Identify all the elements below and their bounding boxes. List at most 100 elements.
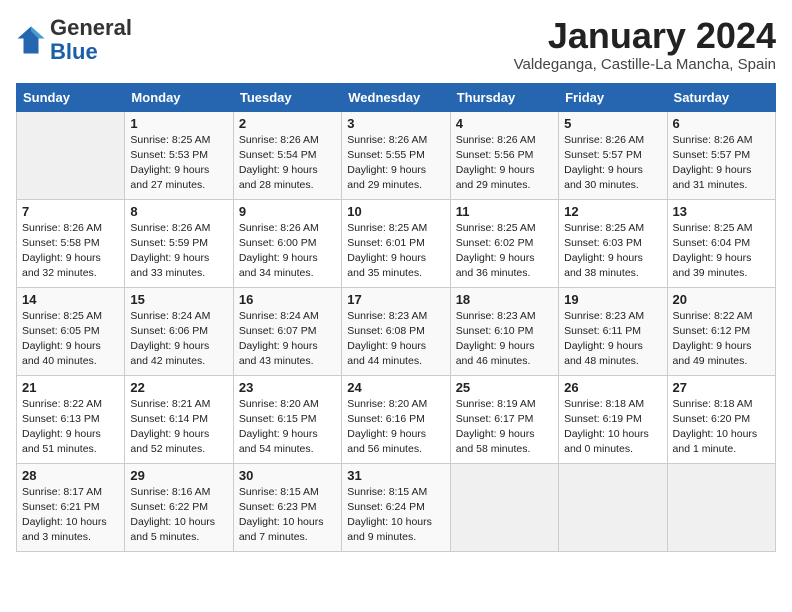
logo: General Blue xyxy=(16,16,132,64)
calendar-cell xyxy=(667,463,775,551)
day-number: 24 xyxy=(347,380,444,395)
day-number: 23 xyxy=(239,380,336,395)
day-header-tuesday: Tuesday xyxy=(233,83,341,111)
day-number: 14 xyxy=(22,292,119,307)
day-number: 29 xyxy=(130,468,227,483)
calendar-subtitle: Valdeganga, Castille-La Mancha, Spain xyxy=(514,56,776,73)
day-info: Sunrise: 8:16 AM Sunset: 6:22 PM Dayligh… xyxy=(130,485,227,546)
calendar-cell: 9 Sunrise: 8:26 AM Sunset: 6:00 PM Daylig… xyxy=(233,199,341,287)
calendar-cell: 1 Sunrise: 8:25 AM Sunset: 5:53 PM Daylig… xyxy=(125,111,233,199)
day-header-monday: Monday xyxy=(125,83,233,111)
day-number: 26 xyxy=(564,380,661,395)
calendar-cell: 20 Sunrise: 8:22 AM Sunset: 6:12 PM Dayli… xyxy=(667,287,775,375)
day-number: 11 xyxy=(456,204,553,219)
day-number: 15 xyxy=(130,292,227,307)
calendar-cell: 13 Sunrise: 8:25 AM Sunset: 6:04 PM Dayli… xyxy=(667,199,775,287)
day-number: 5 xyxy=(564,116,661,131)
day-number: 9 xyxy=(239,204,336,219)
calendar-cell: 16 Sunrise: 8:24 AM Sunset: 6:07 PM Dayli… xyxy=(233,287,341,375)
day-number: 17 xyxy=(347,292,444,307)
day-number: 25 xyxy=(456,380,553,395)
calendar-cell: 11 Sunrise: 8:25 AM Sunset: 6:02 PM Dayli… xyxy=(450,199,558,287)
calendar-cell: 2Sunrise: 8:26 AM Sunset: 5:54 PM Daylig… xyxy=(233,111,341,199)
day-info: Sunrise: 8:15 AM Sunset: 6:23 PM Dayligh… xyxy=(239,485,336,546)
day-header-saturday: Saturday xyxy=(667,83,775,111)
day-number: 22 xyxy=(130,380,227,395)
day-info: Sunrise: 8:22 AM Sunset: 6:13 PM Dayligh… xyxy=(22,397,119,458)
day-info: Sunrise: 8:18 AM Sunset: 6:19 PM Dayligh… xyxy=(564,397,661,458)
day-info: Sunrise: 8:20 AM Sunset: 6:16 PM Dayligh… xyxy=(347,397,444,458)
calendar-cell: 8 Sunrise: 8:26 AM Sunset: 5:59 PM Daylig… xyxy=(125,199,233,287)
day-info: Sunrise: 8:24 AM Sunset: 6:06 PM Dayligh… xyxy=(130,309,227,370)
day-number: 8 xyxy=(130,204,227,219)
calendar-cell: 4 Sunrise: 8:26 AM Sunset: 5:56 PM Daylig… xyxy=(450,111,558,199)
day-header-sunday: Sunday xyxy=(17,83,125,111)
calendar-cell: 15 Sunrise: 8:24 AM Sunset: 6:06 PM Dayli… xyxy=(125,287,233,375)
day-info: Sunrise: 8:25 AM Sunset: 6:03 PM Dayligh… xyxy=(564,221,661,282)
calendar-cell: 27 Sunrise: 8:18 AM Sunset: 6:20 PM Dayli… xyxy=(667,375,775,463)
calendar-title: January 2024 xyxy=(514,16,776,56)
day-info: Sunrise: 8:23 AM Sunset: 6:11 PM Dayligh… xyxy=(564,309,661,370)
day-number: 16 xyxy=(239,292,336,307)
day-number: 27 xyxy=(673,380,770,395)
calendar-cell: 14 Sunrise: 8:25 AM Sunset: 6:05 PM Dayli… xyxy=(17,287,125,375)
calendar-cell: 25 Sunrise: 8:19 AM Sunset: 6:17 PM Dayli… xyxy=(450,375,558,463)
day-header-thursday: Thursday xyxy=(450,83,558,111)
day-number: 19 xyxy=(564,292,661,307)
day-info: Sunrise: 8:25 AM Sunset: 6:04 PM Dayligh… xyxy=(673,221,770,282)
calendar-cell: 30Sunrise: 8:15 AM Sunset: 6:23 PM Dayli… xyxy=(233,463,341,551)
day-info: Sunrise: 8:25 AM Sunset: 6:01 PM Dayligh… xyxy=(347,221,444,282)
day-info: Sunrise: 8:25 AM Sunset: 6:05 PM Dayligh… xyxy=(22,309,119,370)
calendar-cell: 17 Sunrise: 8:23 AM Sunset: 6:08 PM Dayli… xyxy=(342,287,450,375)
calendar-cell: 26 Sunrise: 8:18 AM Sunset: 6:19 PM Dayli… xyxy=(559,375,667,463)
calendar-cell: 21 Sunrise: 8:22 AM Sunset: 6:13 PM Dayli… xyxy=(17,375,125,463)
day-info: Sunrise: 8:18 AM Sunset: 6:20 PM Dayligh… xyxy=(673,397,770,458)
day-number: 3 xyxy=(347,116,444,131)
calendar-cell: 3Sunrise: 8:26 AM Sunset: 5:55 PM Daylig… xyxy=(342,111,450,199)
day-number: 13 xyxy=(673,204,770,219)
day-info: Sunrise: 8:26 AM Sunset: 5:56 PM Dayligh… xyxy=(456,133,553,194)
day-info: Sunrise: 8:19 AM Sunset: 6:17 PM Dayligh… xyxy=(456,397,553,458)
logo-text: General Blue xyxy=(50,16,132,64)
day-number: 1 xyxy=(130,116,227,131)
day-number: 20 xyxy=(673,292,770,307)
calendar-cell: 24 Sunrise: 8:20 AM Sunset: 6:16 PM Dayli… xyxy=(342,375,450,463)
day-info: Sunrise: 8:17 AM Sunset: 6:21 PM Dayligh… xyxy=(22,485,119,546)
calendar-cell: 12 Sunrise: 8:25 AM Sunset: 6:03 PM Dayli… xyxy=(559,199,667,287)
day-info: Sunrise: 8:26 AM Sunset: 5:59 PM Dayligh… xyxy=(130,221,227,282)
calendar-cell: 19 Sunrise: 8:23 AM Sunset: 6:11 PM Dayli… xyxy=(559,287,667,375)
day-info: Sunrise: 8:24 AM Sunset: 6:07 PM Dayligh… xyxy=(239,309,336,370)
day-info: Sunrise: 8:26 AM Sunset: 5:58 PM Dayligh… xyxy=(22,221,119,282)
day-header-friday: Friday xyxy=(559,83,667,111)
day-number: 21 xyxy=(22,380,119,395)
day-number: 12 xyxy=(564,204,661,219)
calendar-cell: 10Sunrise: 8:25 AM Sunset: 6:01 PM Dayli… xyxy=(342,199,450,287)
day-info: Sunrise: 8:20 AM Sunset: 6:15 PM Dayligh… xyxy=(239,397,336,458)
day-info: Sunrise: 8:23 AM Sunset: 6:08 PM Dayligh… xyxy=(347,309,444,370)
calendar-cell: 6 Sunrise: 8:26 AM Sunset: 5:57 PM Daylig… xyxy=(667,111,775,199)
day-number: 2 xyxy=(239,116,336,131)
day-number: 6 xyxy=(673,116,770,131)
title-block: January 2024 Valdeganga, Castille-La Man… xyxy=(514,16,776,73)
calendar-cell: 18Sunrise: 8:23 AM Sunset: 6:10 PM Dayli… xyxy=(450,287,558,375)
day-info: Sunrise: 8:26 AM Sunset: 5:57 PM Dayligh… xyxy=(673,133,770,194)
calendar-cell: 28 Sunrise: 8:17 AM Sunset: 6:21 PM Dayli… xyxy=(17,463,125,551)
day-info: Sunrise: 8:22 AM Sunset: 6:12 PM Dayligh… xyxy=(673,309,770,370)
day-header-wednesday: Wednesday xyxy=(342,83,450,111)
calendar-cell xyxy=(17,111,125,199)
calendar-cell: 29 Sunrise: 8:16 AM Sunset: 6:22 PM Dayli… xyxy=(125,463,233,551)
day-number: 28 xyxy=(22,468,119,483)
day-info: Sunrise: 8:21 AM Sunset: 6:14 PM Dayligh… xyxy=(130,397,227,458)
day-info: Sunrise: 8:26 AM Sunset: 5:57 PM Dayligh… xyxy=(564,133,661,194)
calendar-cell: 7 Sunrise: 8:26 AM Sunset: 5:58 PM Daylig… xyxy=(17,199,125,287)
day-info: Sunrise: 8:26 AM Sunset: 6:00 PM Dayligh… xyxy=(239,221,336,282)
day-number: 7 xyxy=(22,204,119,219)
day-info: Sunrise: 8:25 AM Sunset: 6:02 PM Dayligh… xyxy=(456,221,553,282)
calendar-cell: 5 Sunrise: 8:26 AM Sunset: 5:57 PM Daylig… xyxy=(559,111,667,199)
logo-icon xyxy=(16,25,46,55)
calendar-cell xyxy=(559,463,667,551)
calendar-cell: 23 Sunrise: 8:20 AM Sunset: 6:15 PM Dayli… xyxy=(233,375,341,463)
day-number: 4 xyxy=(456,116,553,131)
day-number: 18 xyxy=(456,292,553,307)
day-info: Sunrise: 8:25 AM Sunset: 5:53 PM Dayligh… xyxy=(130,133,227,194)
